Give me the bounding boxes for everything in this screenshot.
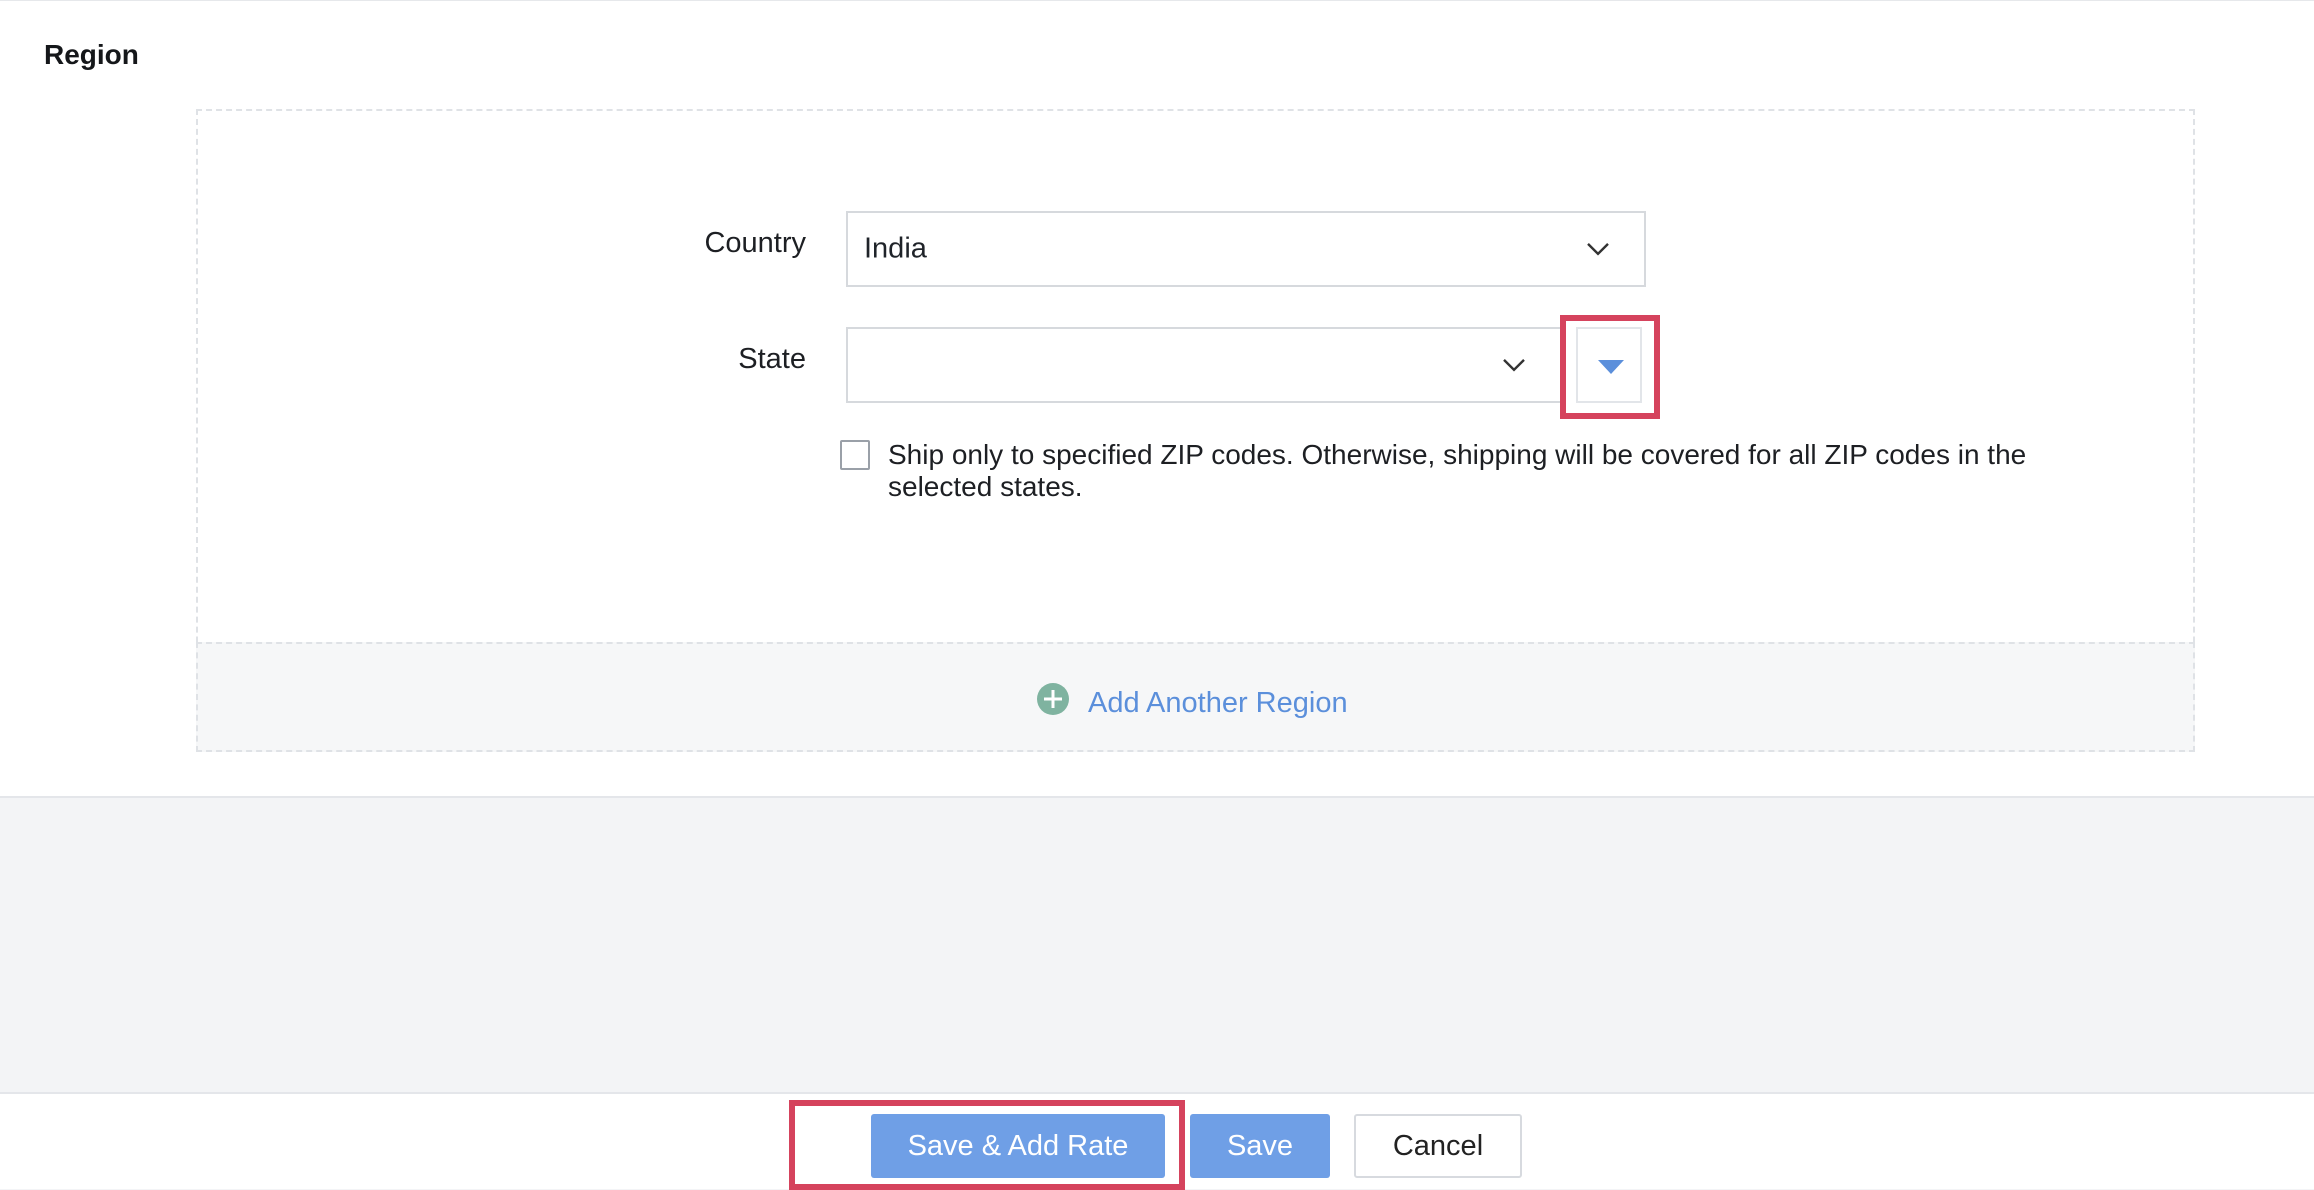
state-label: State [738, 343, 806, 375]
country-label: Country [704, 227, 806, 259]
state-toggle-button[interactable] [1576, 327, 1642, 403]
chevron-down-icon [1586, 231, 1610, 264]
cancel-button[interactable]: Cancel [1354, 1114, 1522, 1178]
state-select[interactable] [846, 327, 1562, 403]
add-region-bar: Add Another Region [196, 642, 2195, 752]
country-select-value: India [864, 232, 927, 265]
chevron-down-icon [1502, 347, 1526, 380]
zip-codes-label: Ship only to specified ZIP codes. Otherw… [888, 439, 2027, 502]
caret-down-icon [1598, 360, 1624, 379]
save-and-add-rate-button[interactable]: Save & Add Rate [871, 1114, 1165, 1178]
add-another-region-link[interactable]: Add Another Region [1036, 682, 1348, 724]
country-select[interactable]: India [846, 211, 1646, 287]
section-title: Region [44, 39, 139, 70]
zip-codes-checkbox[interactable] [840, 440, 870, 470]
region-panel: Region Country India State Ship only to … [0, 0, 2314, 798]
footer-bar: Save & Add Rate Save Cancel [0, 1092, 2314, 1190]
add-region-container: Add Another Region [196, 642, 2195, 752]
save-button[interactable]: Save [1190, 1114, 1330, 1178]
add-another-region-label: Add Another Region [1088, 686, 1348, 719]
plus-circle-icon [1036, 682, 1070, 724]
